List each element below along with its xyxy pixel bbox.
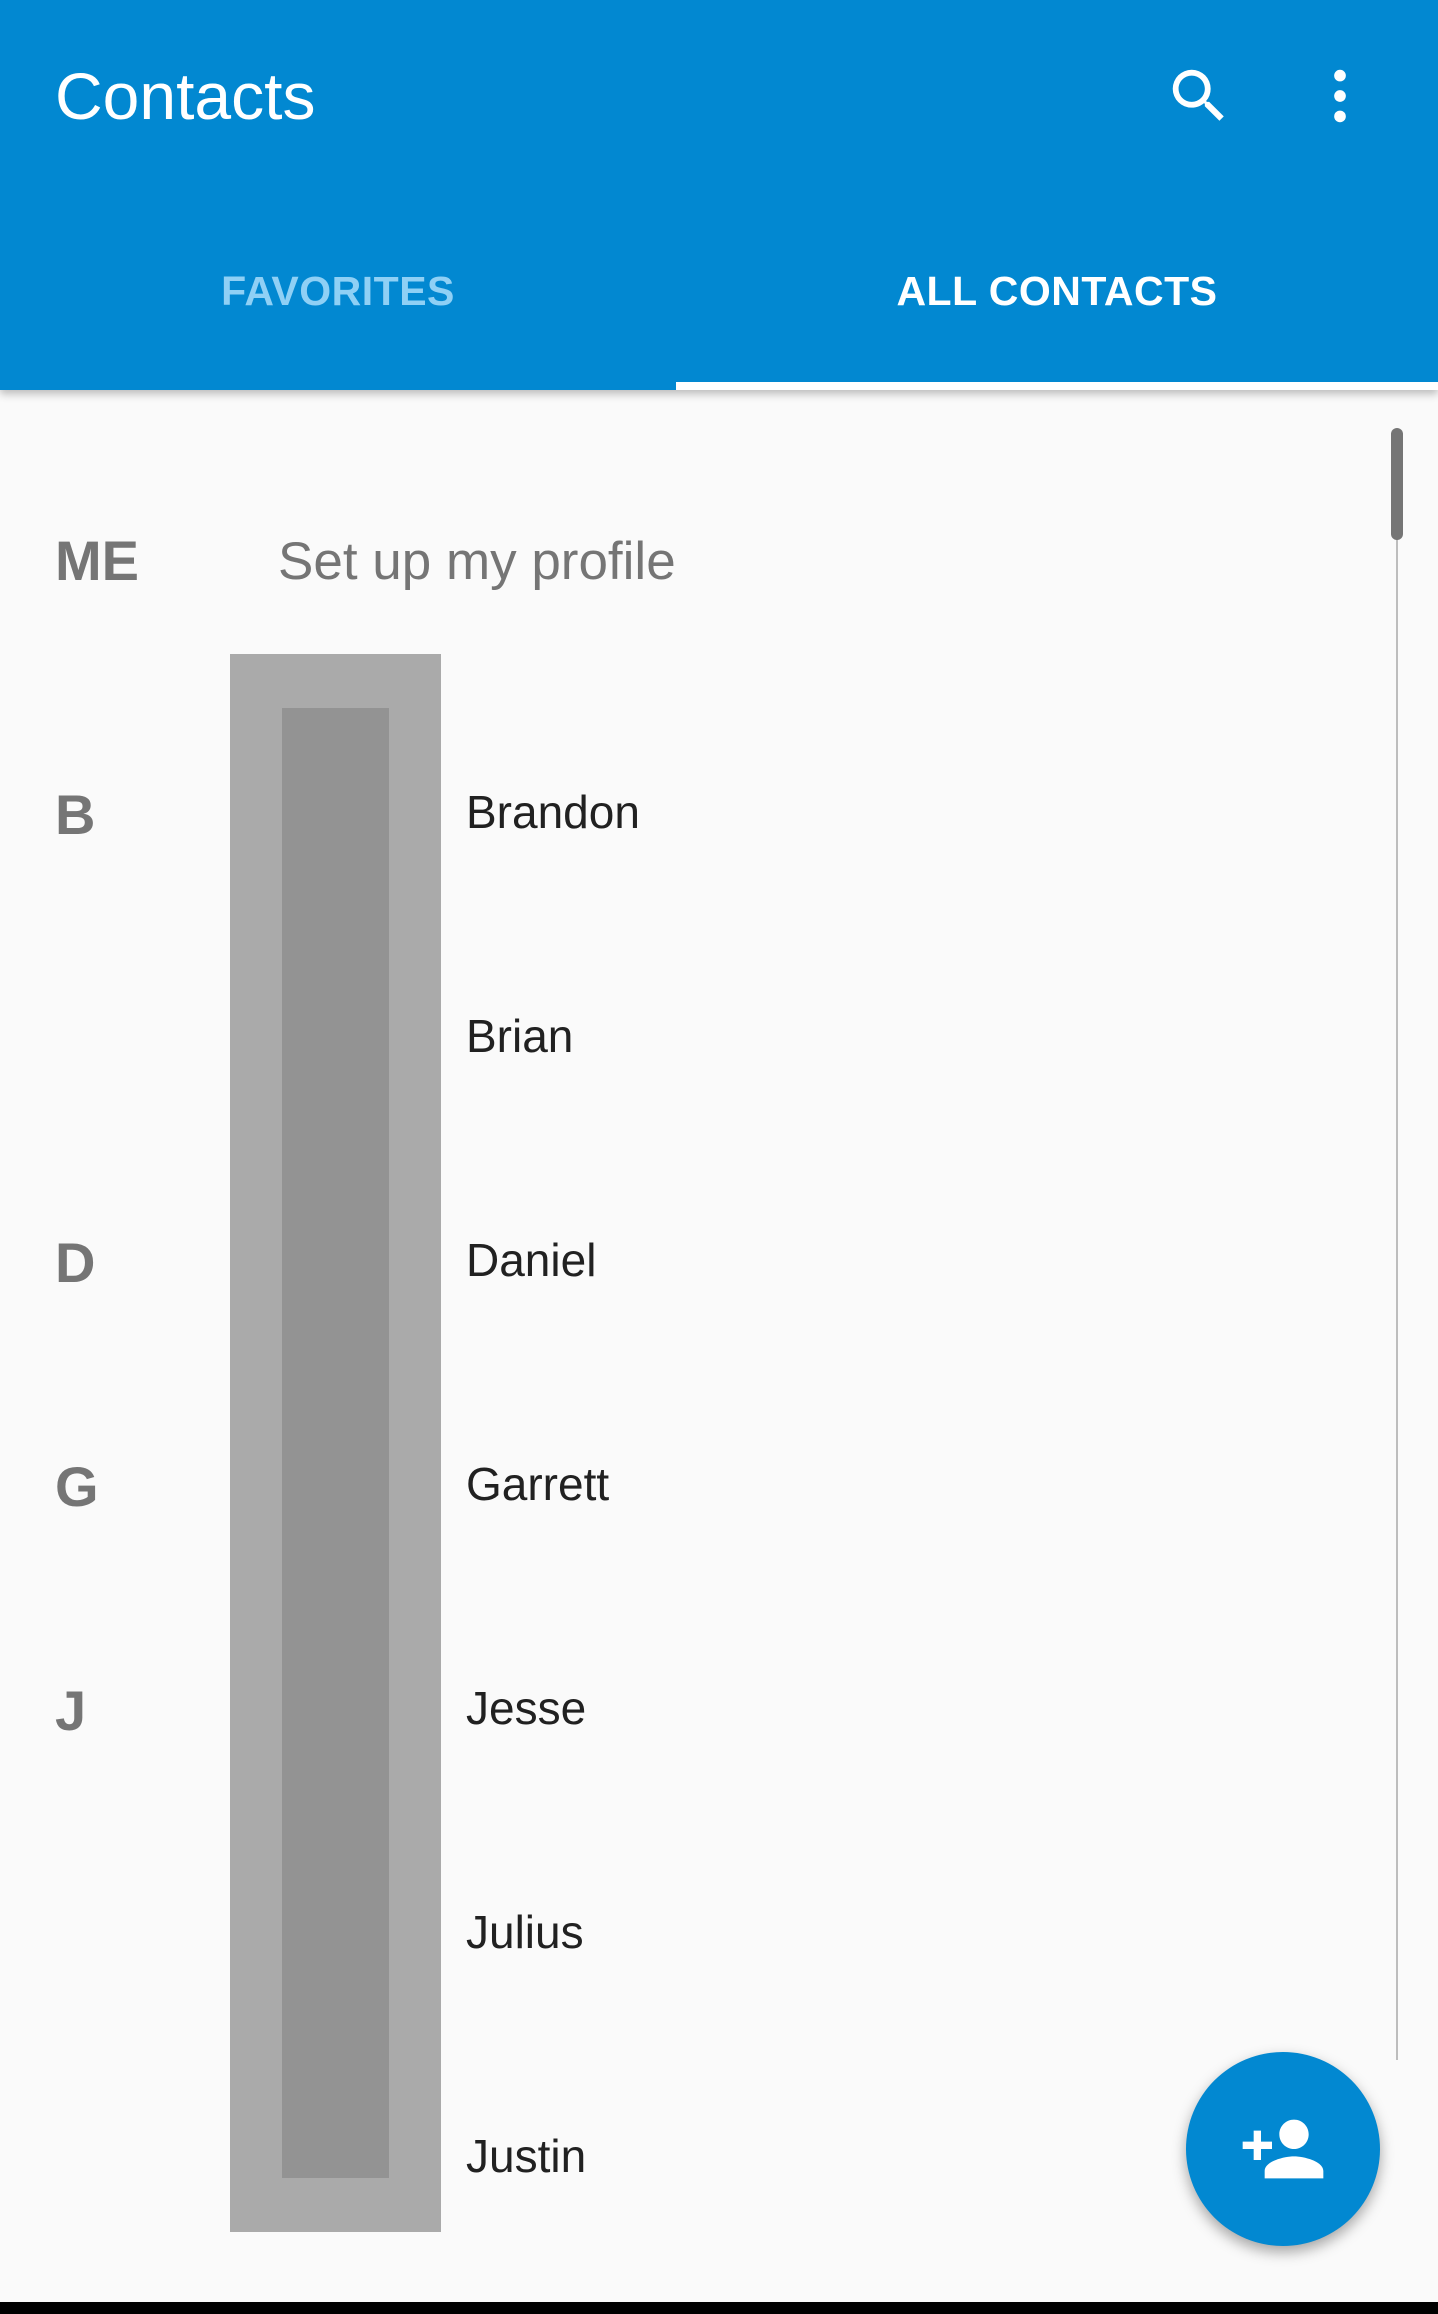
contacts-screen: Contacts FAVORITES ALL CONTACTS ME Set u… <box>0 0 1438 2314</box>
add-contact-button[interactable] <box>1186 2052 1380 2246</box>
avatar-placeholder-inner <box>282 708 389 2178</box>
search-button[interactable] <box>1149 46 1249 146</box>
app-title: Contacts <box>55 59 316 133</box>
contact-item-julius[interactable]: Julius <box>466 1905 584 1959</box>
system-nav-bar-edge <box>0 2302 1438 2314</box>
tab-all-contacts[interactable]: ALL CONTACTS <box>676 268 1438 328</box>
section-letter-d: D <box>55 1231 96 1294</box>
setup-profile-item[interactable]: Set up my profile <box>278 531 676 592</box>
contact-item-justin[interactable]: Justin <box>466 2129 586 2183</box>
scrollbar-track[interactable] <box>1396 430 1398 2060</box>
contact-item-garrett[interactable]: Garrett <box>466 1457 609 1511</box>
avatar-placeholder <box>230 654 441 2232</box>
contact-item-brandon[interactable]: Brandon <box>466 785 640 839</box>
section-letter-me: ME <box>55 529 139 592</box>
section-letter-j: J <box>55 1679 87 1742</box>
contact-item-jesse[interactable]: Jesse <box>466 1681 586 1735</box>
more-options-button[interactable] <box>1290 46 1390 146</box>
app-bar: Contacts FAVORITES ALL CONTACTS <box>0 0 1438 390</box>
tab-selected-indicator <box>676 382 1438 390</box>
section-letter-g: G <box>55 1455 99 1518</box>
add-person-icon <box>1242 2119 1324 2179</box>
section-letter-b: B <box>55 783 96 846</box>
tab-favorites[interactable]: FAVORITES <box>0 268 676 328</box>
contact-item-daniel[interactable]: Daniel <box>466 1233 596 1287</box>
contact-item-brian[interactable]: Brian <box>466 1009 573 1063</box>
search-icon <box>1172 69 1224 121</box>
scrollbar-thumb[interactable] <box>1391 428 1403 540</box>
more-vert-icon <box>1334 69 1346 123</box>
